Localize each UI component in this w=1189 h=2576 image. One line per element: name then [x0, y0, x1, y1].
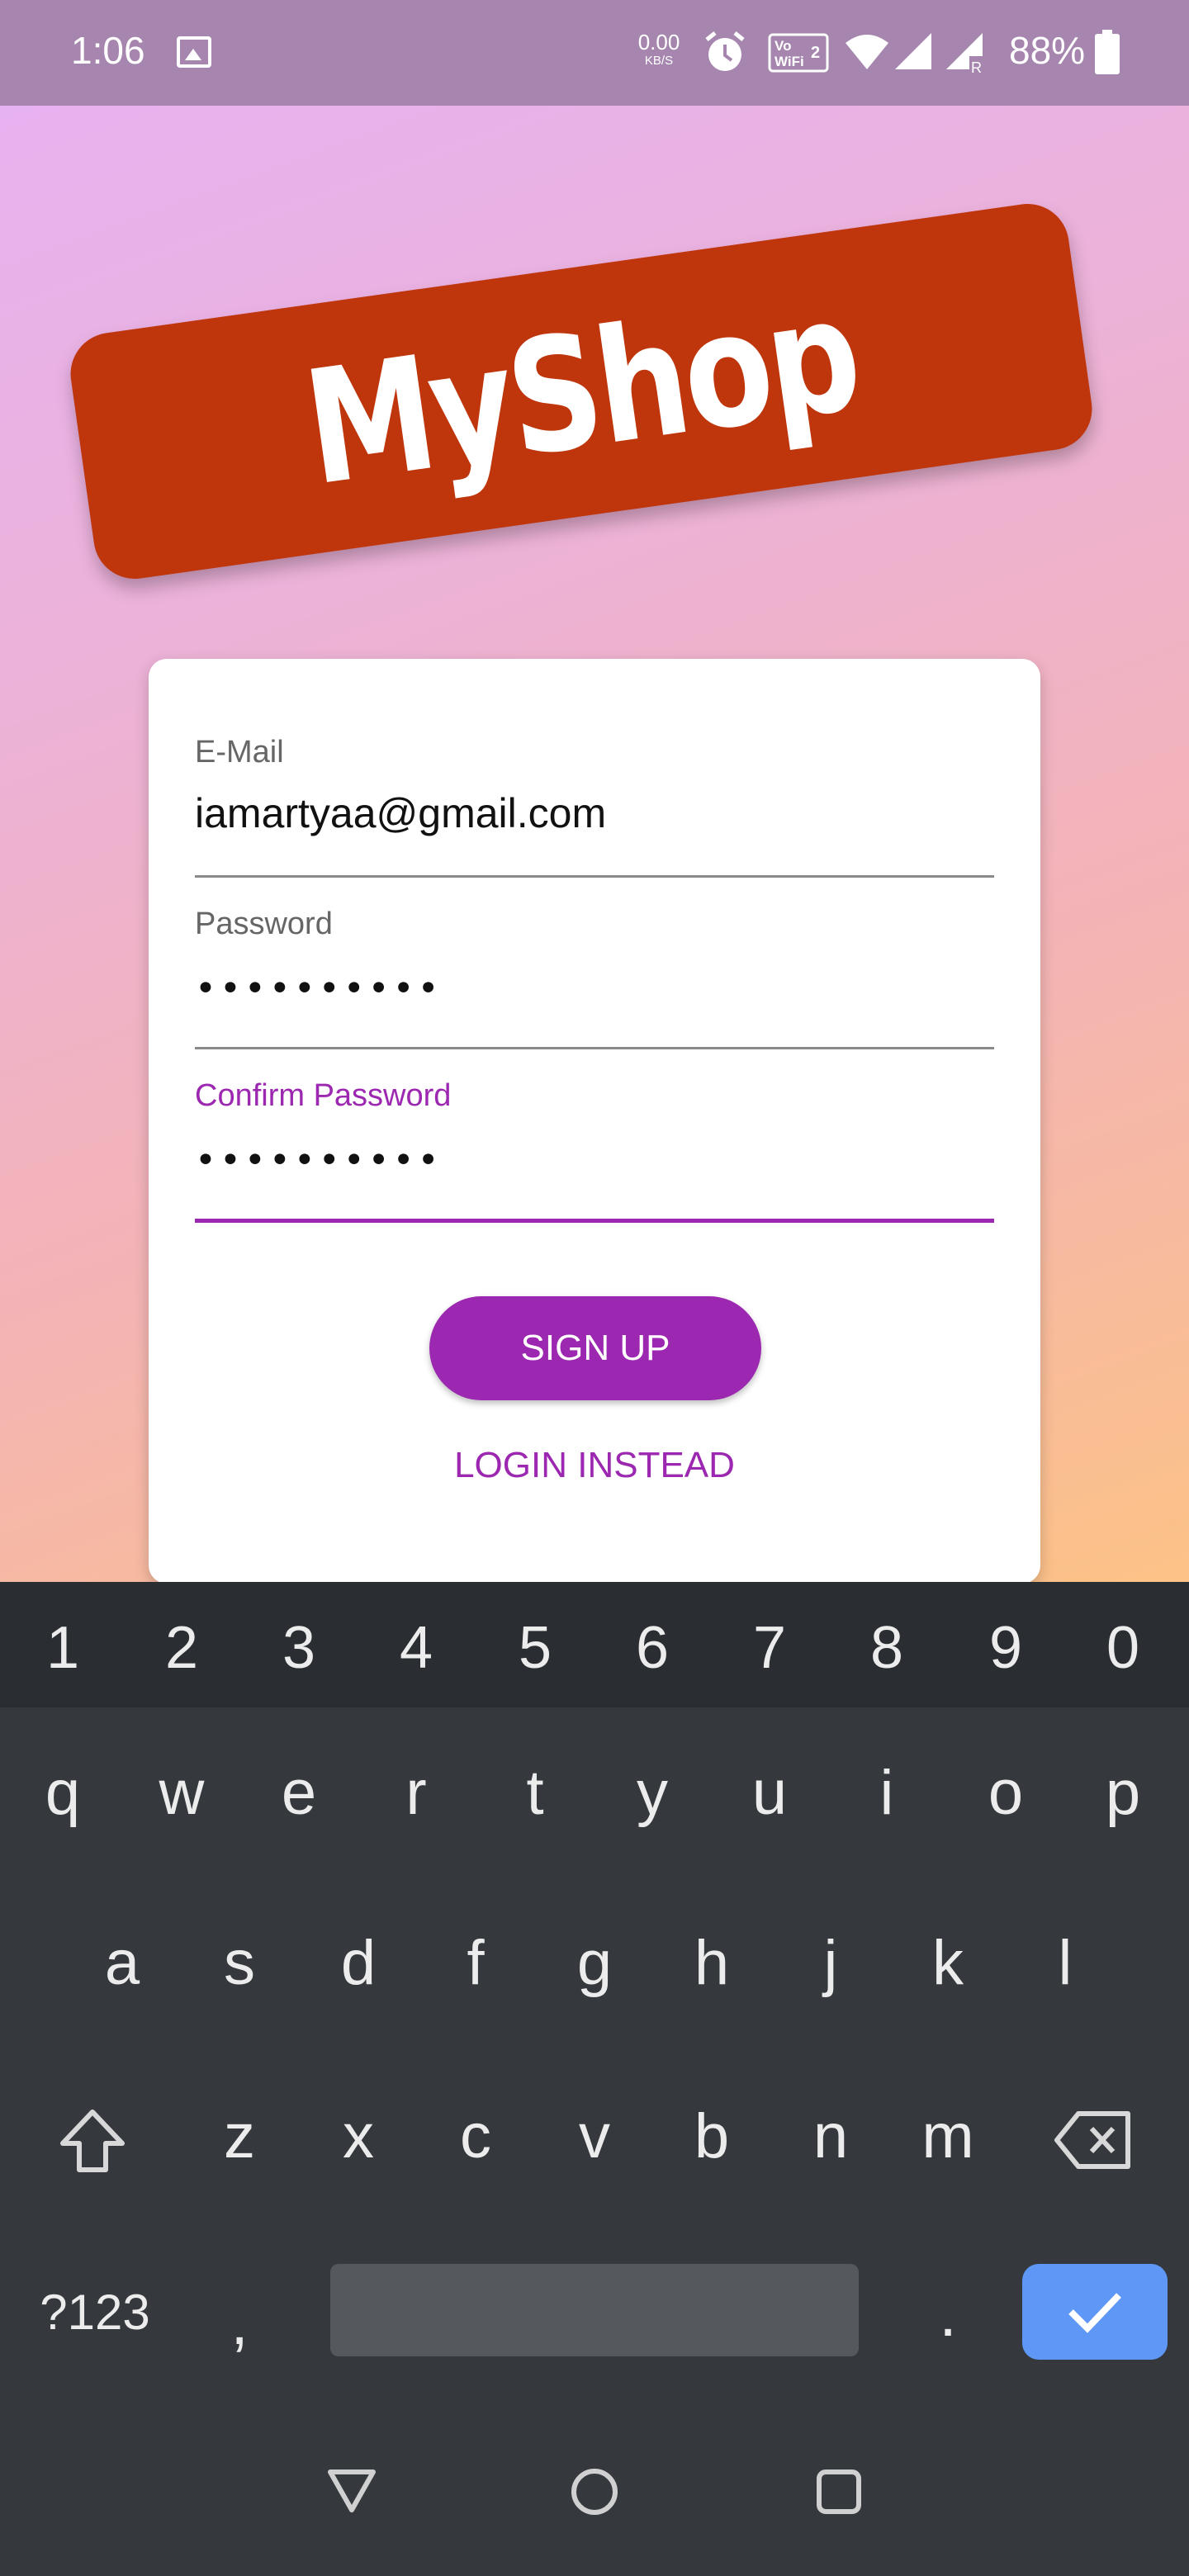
key-t[interactable]: t [486, 1762, 585, 1825]
key-7[interactable]: 7 [720, 1618, 819, 1678]
battery-icon [1095, 30, 1120, 74]
key-g[interactable]: g [545, 1932, 644, 1995]
key-l[interactable]: l [1016, 1932, 1115, 1995]
key-2[interactable]: 2 [132, 1618, 231, 1678]
gallery-icon [177, 36, 211, 68]
shift-icon[interactable] [58, 2107, 127, 2176]
key-u[interactable]: u [720, 1762, 819, 1825]
status-time: 1:06 [71, 29, 145, 72]
keyboard-number-row: 1 2 3 4 5 6 7 8 9 0 [0, 1582, 1189, 1707]
battery-percent: 88% [1009, 29, 1086, 72]
svg-text:2: 2 [811, 44, 820, 62]
confirm-password-field[interactable]: Confirm Password •••••••••• [195, 1002, 994, 1225]
key-w[interactable]: w [132, 1762, 231, 1825]
confirm-password-label: Confirm Password [195, 1078, 452, 1113]
key-q[interactable]: q [13, 1762, 112, 1825]
signup-card: E-Mail iamartyaa@gmail.com Password ••••… [149, 659, 1040, 1584]
signal-icon [895, 33, 931, 69]
network-speed: 0.00 KB/S [629, 31, 689, 67]
key-x[interactable]: x [309, 2105, 408, 2168]
key-p[interactable]: p [1073, 1762, 1172, 1825]
key-s[interactable]: s [190, 1932, 289, 1995]
key-j[interactable]: j [781, 1932, 880, 1995]
key-v[interactable]: v [545, 2105, 644, 2168]
soft-keyboard: 1 2 3 4 5 6 7 8 9 0 q w e r t y u i o p … [0, 1582, 1189, 2408]
key-6[interactable]: 6 [603, 1618, 702, 1678]
system-nav-bar [0, 2408, 1189, 2576]
svg-text:R: R [971, 59, 982, 74]
period-key[interactable]: . [898, 2284, 997, 2346]
network-speed-value: 0.00 [637, 30, 680, 54]
vowifi-icon: Vo WiFi 2 [768, 33, 829, 73]
email-label: E-Mail [195, 735, 284, 769]
key-3[interactable]: 3 [249, 1618, 348, 1678]
key-o[interactable]: o [956, 1762, 1055, 1825]
key-r[interactable]: r [367, 1762, 466, 1825]
key-c[interactable]: c [426, 2105, 525, 2168]
key-5[interactable]: 5 [486, 1618, 585, 1678]
app-logo-text: MyShop [295, 263, 868, 520]
key-h[interactable]: h [662, 1932, 761, 1995]
check-icon [1068, 2293, 1121, 2333]
password-label: Password [195, 907, 333, 941]
svg-text:WiFi: WiFi [775, 54, 804, 69]
key-y[interactable]: y [603, 1762, 702, 1825]
key-a[interactable]: a [73, 1932, 172, 1995]
key-9[interactable]: 9 [956, 1618, 1055, 1678]
backspace-icon[interactable] [1054, 2109, 1133, 2171]
back-icon[interactable] [327, 2467, 377, 2513]
key-1[interactable]: 1 [13, 1618, 112, 1678]
key-f[interactable]: f [426, 1932, 525, 1995]
alarm-icon [705, 31, 745, 71]
confirm-password-input[interactable]: •••••••••• [195, 1139, 443, 1181]
key-k[interactable]: k [898, 1932, 997, 1995]
key-0[interactable]: 0 [1073, 1618, 1172, 1678]
key-m[interactable]: m [898, 2105, 997, 2168]
svg-text:Vo: Vo [775, 38, 791, 54]
recents-icon[interactable] [816, 2469, 862, 2515]
network-speed-unit: KB/S [644, 54, 674, 68]
key-8[interactable]: 8 [837, 1618, 936, 1678]
key-d[interactable]: d [309, 1932, 408, 1995]
key-i[interactable]: i [837, 1762, 936, 1825]
key-b[interactable]: b [662, 2105, 761, 2168]
space-key[interactable] [330, 2264, 859, 2356]
signal-r-icon: R [946, 33, 983, 74]
key-z[interactable]: z [190, 2105, 289, 2168]
enter-key[interactable] [1022, 2264, 1168, 2360]
key-e[interactable]: e [249, 1762, 348, 1825]
login-instead-button[interactable]: LOGIN INSTEAD [149, 1445, 1040, 1486]
symbols-key[interactable]: ?123 [33, 2284, 157, 2341]
status-bar: 1:06 0.00 KB/S Vo WiFi 2 R 88% [0, 0, 1189, 106]
comma-key[interactable]: , [190, 2292, 289, 2355]
wifi-icon [846, 35, 888, 69]
home-icon[interactable] [570, 2467, 619, 2517]
confirm-password-underline [195, 1219, 994, 1223]
key-n[interactable]: n [781, 2105, 880, 2168]
signup-button[interactable]: SIGN UP [429, 1296, 761, 1400]
key-4[interactable]: 4 [367, 1618, 466, 1678]
